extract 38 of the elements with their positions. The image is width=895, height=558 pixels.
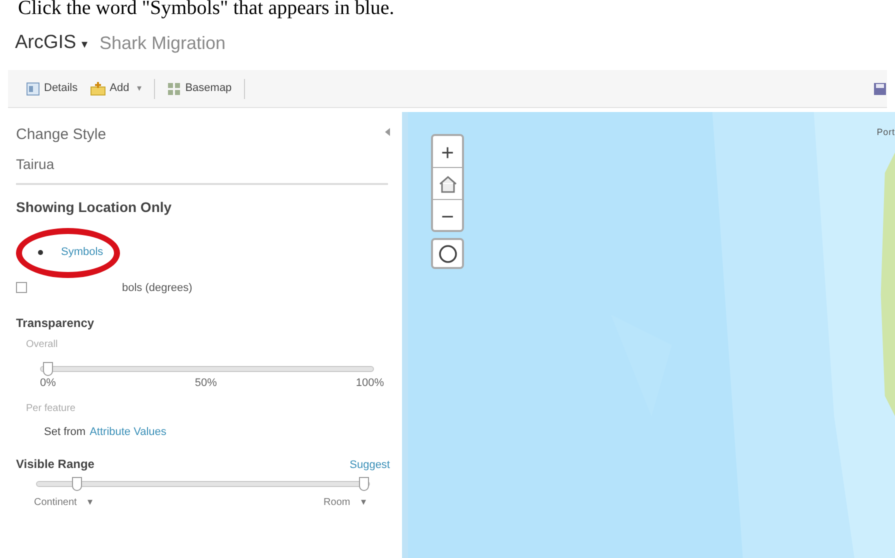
section-heading: Showing Location Only [16,198,173,217]
slider-thumb[interactable] [72,477,82,491]
symbols-link[interactable]: Symbols [61,244,104,261]
folder-plus-icon [90,82,106,96]
set-from-text: Set from [44,424,86,440]
scale-dropdown[interactable]: Room ▾ [324,495,366,510]
field-label: Per feature [26,402,76,416]
save-icon[interactable] [873,82,887,96]
home-icon [438,174,458,194]
map-title: Shark Migration [100,32,226,55]
section-heading: Visible Range [16,456,94,473]
checkbox-label: bols (degrees) [122,280,192,296]
instruction-text: Click the word "Symbols" that appears in blue. [17,0,396,19]
app-menu[interactable]: ArcGIS ▾ [15,28,88,58]
zoom-out-button[interactable]: − [433,200,462,230]
attribute-values-link[interactable]: Attribute Values [90,424,166,440]
suggest-link[interactable]: Suggest [350,456,390,473]
zoom-in-button[interactable]: + [433,136,462,168]
field-label: Overall [26,338,59,352]
locate-button[interactable] [431,238,464,269]
checkbox[interactable] [16,282,27,294]
grid-icon [167,82,182,96]
panel-title: Change Style [16,125,106,145]
collapse-icon[interactable] [385,128,390,136]
tick-label: 50% [194,376,217,391]
toolbar-button[interactable]: Details [26,80,78,97]
slider-thumb[interactable] [42,362,53,376]
locate-icon [438,244,458,264]
toolbar-button[interactable]: Basemap [167,80,232,97]
toolbar-button[interactable]: Add ▾ [90,80,142,97]
tick-label: 0% [40,376,56,391]
layer-name: Tairua [16,154,56,174]
tick-label: 100% [356,376,384,391]
slider-thumb[interactable] [359,477,369,491]
place-label: Port [876,126,895,139]
section-heading: Transparency [16,315,96,332]
document-icon [26,82,40,96]
scale-dropdown[interactable]: Continent ▾ [34,495,93,510]
